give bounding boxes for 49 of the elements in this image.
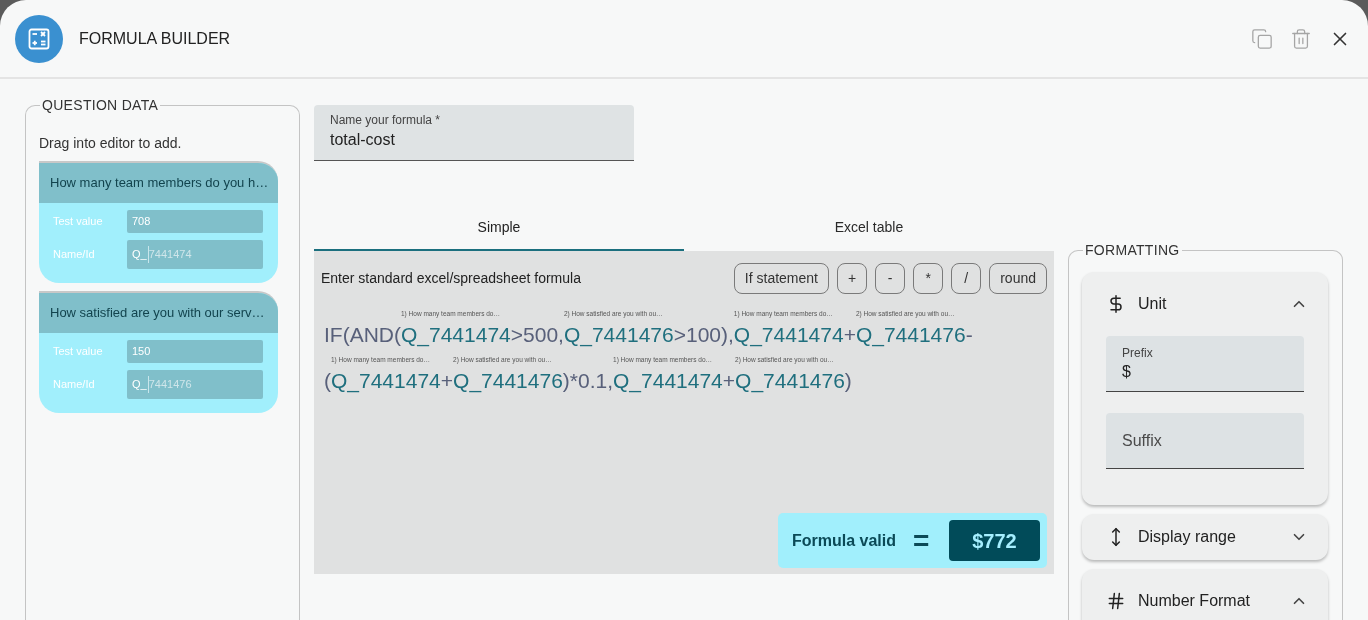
panel-hint: Drag into editor to add. [39,135,183,151]
trash-icon [1290,27,1312,50]
equals-sign: = [913,526,930,555]
panel-title: QUESTION DATA [41,97,160,113]
field-label: Test value [53,344,104,360]
formula-reference[interactable]: Q_7441474 [401,322,511,348]
field-label: Name/Id [53,377,96,393]
question-title: How many team members do you h… [39,163,278,203]
copy-icon [1251,27,1273,50]
question-title: How satisfied are you with our serv… [39,293,278,333]
calculator-icon [15,14,63,63]
panel-title: FORMATTING [1084,243,1181,258]
field-label: Name/Id [53,247,96,263]
formula-operator: + [722,368,736,392]
formula-operator: >500, [510,322,564,346]
formula-reference[interactable]: Q_7441474 [733,322,844,348]
formula-name-field[interactable]: Name your formula * total-cost [314,105,634,161]
formula-operator: + [440,368,454,392]
operator-button[interactable]: round [989,263,1047,294]
operator-button[interactable]: * [913,263,944,294]
accordion-header[interactable]: Unit [1082,272,1328,336]
formula-reference[interactable]: Q_7441474 [613,368,723,394]
operator-button[interactable]: / [951,263,982,294]
formula-operator: ( [324,368,331,392]
validation-status: Formula valid [792,530,897,551]
tab[interactable]: Excel table [684,205,1054,251]
accordion-header[interactable]: Number Format [1082,569,1328,620]
editor-instruction: Enter standard excel/spreadsheet formula [321,269,581,288]
text-field[interactable]: Suffix [1106,413,1304,469]
operator-button[interactable]: + [837,263,868,294]
formula-reference[interactable]: Q_7441476 [563,322,674,348]
formula-operator: + [843,322,856,346]
formula-reference[interactable]: Q_7441476 [453,368,563,394]
formula-reference[interactable]: Q_7441476 [735,368,845,394]
accordion-header[interactable]: Display range [1082,514,1328,560]
operator-button[interactable]: If statement [733,263,829,294]
formula-reference[interactable]: Q_7441474 [331,368,441,394]
field-label: Test value [53,214,104,230]
formula-operator: ) [844,368,852,392]
formula-operator: - [965,322,973,346]
formula-operator: )*0.1, [562,368,614,392]
window-title: FORMULA BUILDER [79,28,231,49]
formula-operator: IF(AND( [324,322,401,346]
formula-operator: >100), [673,322,734,346]
hash-icon [1106,591,1126,611]
operator-button[interactable]: - [875,263,906,294]
text-field[interactable]: Prefix $ [1106,336,1304,392]
formula-reference[interactable]: Q_7441476 [855,322,966,348]
result-value: $772 [949,520,1040,561]
